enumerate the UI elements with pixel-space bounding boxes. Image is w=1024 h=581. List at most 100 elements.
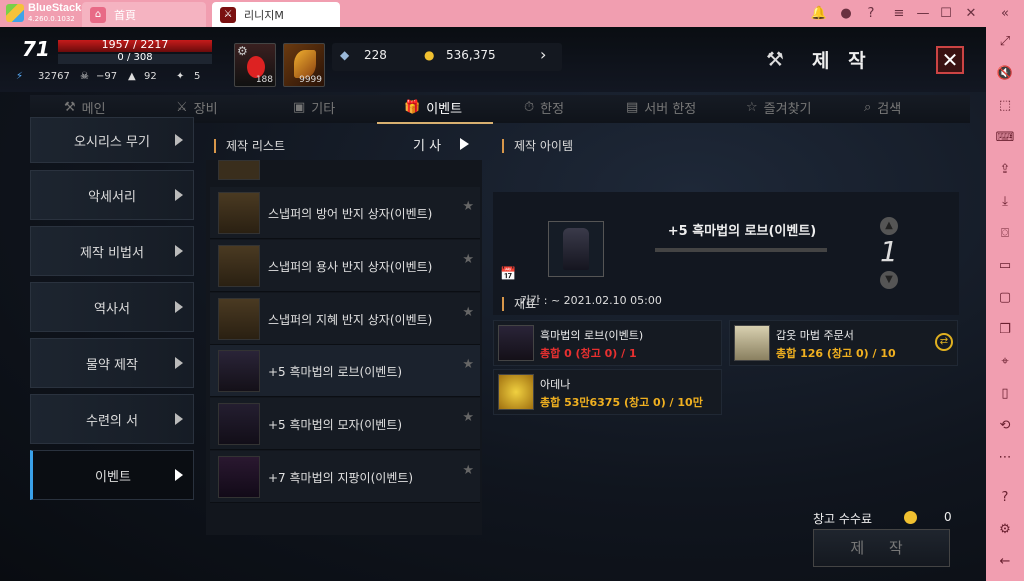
help-sidebar-icon[interactable]: ? [994,487,1016,509]
list-item-selected[interactable]: +5 흑마법의 로브(이벤트) ★ [210,345,480,397]
emulator-sidebar: ⤢ 🔇 ⬚ ⌨ ⇪ ⤓ ⌼ ▭ ▢ ❐ ⌖ ▯ ⟲ ⋯ ? ⚙ ← [986,27,1024,581]
favorite-star-icon[interactable]: ★ [462,463,474,478]
quantity-value: 1 [880,235,898,268]
craft-button[interactable]: 제 작 [813,529,950,567]
tab-event[interactable]: 🎁 이벤트 [404,98,462,117]
mp-text: 0 / 308 [117,52,153,63]
list-item[interactable]: +7 흑마법의 지팡이(이벤트) ★ [210,451,480,503]
minimize-icon[interactable]: — [914,5,932,23]
tab-equipment[interactable]: ⚔ 장비 [176,98,218,117]
tab-home-label: 首頁 [114,8,136,22]
screenshot-icon[interactable]: ⌼ [994,223,1016,245]
material-item[interactable]: 아데나 총합 53만6375 (창고 0) / 10만 [493,369,722,415]
list-item[interactable]: 스냅퍼의 방어 반지 상자(이벤트) ★ [210,187,480,239]
quick-slot-feather[interactable]: 9999 [283,43,325,87]
gear-icon: ⚙ [237,44,248,58]
adena-coin-icon: ● [424,48,435,62]
select-icon[interactable]: ⬚ [994,95,1016,117]
anvil-icon: ⚒ [64,100,76,115]
craft-list-title: 제작 리스트 [214,137,285,154]
triangle-down-icon: ▼ [885,274,893,285]
expand-sidebar-icon[interactable]: « [996,5,1014,23]
arrow-right-icon [175,134,183,146]
favorite-star-icon[interactable]: ★ [462,199,474,214]
swap-icon[interactable]: ⇄ [935,333,953,351]
tab-etc[interactable]: ▣ 기타 [293,98,335,117]
title-bar: BlueStacks 4.260.0.1032 ⌂ 首頁 ⚔ 리니지M 🔔 ● … [0,0,1024,27]
list-item[interactable]: +5 흑마법의 모자(이벤트) ★ [210,398,480,450]
crystal-icon: ◆ [340,48,350,62]
close-button[interactable]: ✕ [936,46,964,74]
multi-instance-icon[interactable]: ❐ [994,319,1016,341]
menu-training-book[interactable]: 수련의 서 [30,394,194,444]
tab-search-label: 검색 [877,102,902,117]
robe-icon [498,325,534,361]
tab-server-limited[interactable]: ▤ 서버 한정 [626,98,696,117]
menu-potion-craft[interactable]: 물약 제작 [30,338,194,388]
currency-expand-arrow-icon[interactable]: › [540,45,546,64]
menu-history-book[interactable]: 역사서 [30,282,194,332]
menu-accessory[interactable]: 악세서리 [30,170,194,220]
favorite-star-icon[interactable]: ★ [462,357,474,372]
list-item[interactable]: 스냅퍼의 지혜 반지 상자(이벤트) ★ [210,293,480,345]
settings-icon[interactable]: ⚙ [994,519,1016,541]
storage-fee-label: 창고 수수료 [813,512,873,526]
tab-home[interactable]: ⌂ 首頁 [82,2,206,27]
list-item-label: +5 흑마법의 로브(이벤트) [268,365,403,379]
tab-lineage-m[interactable]: ⚔ 리니지M [212,2,340,27]
tab-limited[interactable]: ⏱ 한정 [524,98,564,117]
favorite-star-icon[interactable]: ★ [462,305,474,320]
partial-list-item-icon [218,160,260,180]
staff-icon [218,456,260,498]
menu-event[interactable]: 이벤트 [30,450,194,500]
account-icon[interactable]: ● [837,5,855,23]
material-name: 흑마법의 로브(이벤트) [540,329,644,342]
tab-limited-label: 한정 [540,102,565,117]
material-item[interactable]: 흑마법의 로브(이벤트) 총합 0 (창고 0) / 1 [493,320,722,366]
favorite-star-icon[interactable]: ★ [462,410,474,425]
arrow-right-icon [175,245,183,257]
menu-craft-recipe[interactable]: 제작 비법서 [30,226,194,276]
fullscreen-icon[interactable]: ⤢ [994,31,1016,53]
filter-arrow-icon[interactable] [460,138,469,150]
game-screen: 71 1957 / 2217 0 / 308 ⚡ 32767 ☠ −97 ▲ 9… [0,27,986,581]
install-apk-icon[interactable]: ⇪ [994,159,1016,181]
weight-icon: ✦ [176,71,185,82]
list-item[interactable]: 스냅퍼의 용사 반지 상자(이벤트) ★ [210,240,480,292]
volume-mute-icon[interactable]: 🔇 [994,63,1016,85]
back-icon[interactable]: ← [994,551,1016,573]
feather-count: 9999 [299,75,322,85]
location-icon[interactable]: ⌖ [994,351,1016,373]
menu-icon[interactable]: ≡ [890,5,908,23]
class-filter[interactable]: 기 사 [413,135,441,154]
quantity-up-button[interactable]: ▲ [880,217,898,235]
tab-main[interactable]: ⚒ 메인 [64,98,106,117]
more-icon[interactable]: ⋯ [994,447,1016,469]
quantity-down-button[interactable]: ▼ [880,271,898,289]
material-item[interactable]: 갑옷 마법 주문서 총합 126 (창고 0) / 10 ⇄ [729,320,958,366]
help-icon[interactable]: ? [862,5,880,23]
shake-icon[interactable]: ▯ [994,383,1016,405]
favorite-star-icon[interactable]: ★ [462,252,474,267]
chest-icon [218,245,260,287]
chest-icon [218,192,260,234]
tab-favorites[interactable]: ☆ 즐겨찾기 [746,98,812,117]
menu-event-label: 이벤트 [95,469,131,485]
stat-value-4: 5 [194,71,201,82]
folder-icon[interactable]: ▢ [994,287,1016,309]
rotate-icon[interactable]: ⟲ [994,415,1016,437]
menu-osiris-weapon[interactable]: 오시리스 무기 [30,117,194,163]
maximize-icon[interactable]: ☐ [937,5,955,23]
tab-search[interactable]: ⌕ 검색 [864,98,901,117]
timer-icon: ⏱ [524,100,535,115]
arrow-right-icon [175,189,183,201]
home-icon: ⌂ [90,6,106,23]
record-icon[interactable]: ▭ [994,255,1016,277]
arrow-right-icon [175,469,183,481]
download-icon[interactable]: ⤓ [994,191,1016,213]
close-window-icon[interactable]: ✕ [962,5,980,23]
keyboard-icon[interactable]: ⌨ [994,127,1016,149]
list-item-label: 스냅퍼의 지혜 반지 상자(이벤트) [268,313,433,327]
quick-slot-potion[interactable]: ⚙ 188 [234,43,276,87]
notification-bell-icon[interactable]: 🔔 [810,5,828,23]
